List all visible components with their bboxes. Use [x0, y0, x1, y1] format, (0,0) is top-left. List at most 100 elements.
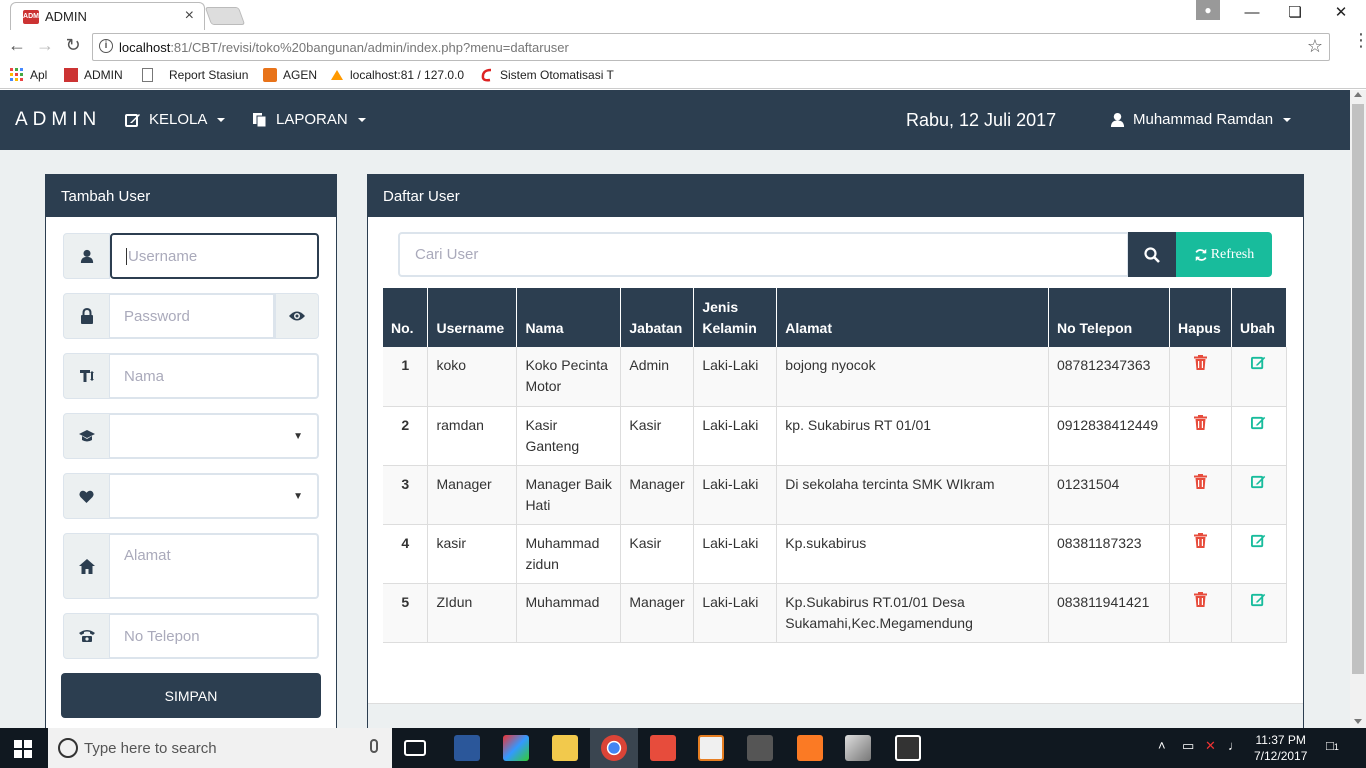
taskbar-search[interactable]: Type here to search	[48, 728, 392, 768]
microphone-icon[interactable]	[370, 739, 378, 753]
page-scrollbar[interactable]	[1350, 90, 1366, 728]
bookmark-apps[interactable]: Apl	[10, 68, 47, 82]
edit-icon	[125, 113, 140, 127]
jabatan-select[interactable]: ▼	[110, 413, 319, 459]
scrollbar-thumb[interactable]	[1352, 104, 1364, 674]
browser-tab[interactable]: ADM ADMIN ×	[10, 2, 205, 30]
new-tab-button[interactable]	[204, 7, 246, 25]
chrome-icon[interactable]	[601, 735, 627, 761]
nama-group: Nama	[63, 353, 319, 399]
files-icon	[253, 112, 267, 127]
search-user-input[interactable]: Cari User	[398, 232, 1129, 277]
paint-icon[interactable]	[845, 735, 871, 761]
cell-username: ZIdun	[427, 583, 518, 643]
nama-placeholder: Nama	[124, 367, 165, 385]
edit-icon[interactable]	[1251, 533, 1266, 548]
bookmark-star-icon[interactable]: ☆	[1307, 36, 1323, 57]
notification-count: 1	[1333, 742, 1339, 752]
notification-icon[interactable]: □1	[1326, 738, 1339, 753]
telepon-input[interactable]: No Telepon	[110, 613, 319, 659]
chevron-up-icon[interactable]: ˄	[1158, 738, 1166, 753]
maximize-button[interactable]: ❏	[1272, 0, 1318, 28]
brand-logo[interactable]: ADMIN	[15, 109, 101, 131]
cell-alamat: Kp.sukabirus	[776, 524, 1049, 584]
photos-icon[interactable]	[895, 735, 921, 761]
network-icon[interactable]: ✕	[1205, 738, 1216, 754]
edit-icon[interactable]	[1251, 355, 1266, 370]
bookmark-sistem-otomatisasi[interactable]: Sistem Otomatisasi T	[480, 68, 614, 82]
bookmark-localhost[interactable]: localhost:81 / 127.0.0	[330, 68, 464, 82]
volume-icon[interactable]: ♩	[1228, 738, 1241, 753]
reload-icon[interactable]: ↻	[62, 35, 84, 56]
col-ubah: Ubah	[1231, 288, 1288, 347]
dropdown-arrow-icon: ▼	[293, 490, 303, 502]
windows-start-icon[interactable]	[14, 740, 32, 761]
bookmark-agen[interactable]: AGEN	[263, 68, 317, 82]
trash-icon[interactable]	[1193, 532, 1207, 548]
file-explorer-icon[interactable]	[552, 735, 578, 761]
cell-ubah	[1231, 465, 1288, 525]
alamat-group: Alamat	[63, 533, 319, 599]
trash-icon[interactable]	[1193, 355, 1207, 370]
task-view-icon[interactable]	[404, 740, 426, 756]
cell-telepon: 08381187323	[1048, 524, 1170, 584]
back-icon[interactable]: ←	[6, 35, 28, 56]
browser-menu-icon[interactable]: ⋮	[1352, 31, 1366, 49]
profile-icon[interactable]: ●	[1196, 0, 1220, 20]
windows-taskbar: Type here to search ˄ ▭ ✕ ♩ 11:37 PM 7/1…	[0, 728, 1366, 768]
username-input[interactable]: Username	[110, 233, 319, 279]
apps-grid-icon	[10, 68, 23, 81]
user-menu[interactable]: Muhammad Ramdan	[1110, 111, 1292, 128]
refresh-button[interactable]: Refresh	[1176, 232, 1272, 277]
scroll-up-icon[interactable]	[1354, 92, 1362, 97]
minimize-button[interactable]: —	[1229, 0, 1275, 28]
jenis-kelamin-select[interactable]: ▼	[110, 473, 319, 519]
cell-nama: Manager Baik Hati	[516, 465, 622, 525]
nav-kelola[interactable]: KELOLA	[125, 111, 226, 128]
cortana-icon	[58, 738, 78, 758]
bookmark-report-stasiun[interactable]: Report Stasiun	[142, 68, 248, 82]
alamat-textarea[interactable]: Alamat	[110, 533, 319, 599]
sublime-text-icon[interactable]	[747, 735, 773, 761]
bookmark-label: ADMIN	[84, 68, 123, 82]
word-icon[interactable]	[454, 735, 480, 761]
close-window-button[interactable]: ✕	[1318, 0, 1364, 28]
app-icon[interactable]	[650, 735, 676, 761]
cell-no: 5	[383, 583, 429, 643]
edit-icon[interactable]	[1251, 592, 1266, 607]
nav-kelola-label: KELOLA	[149, 111, 208, 128]
nav-laporan-label: LAPORAN	[276, 111, 348, 128]
cell-ubah	[1231, 524, 1288, 584]
caret-down-icon	[217, 117, 226, 122]
trash-icon[interactable]	[1193, 591, 1207, 607]
table-row: 4 kasir Muhammad zidun Kasir Laki-Laki K…	[383, 524, 1288, 584]
password-input[interactable]: Password	[110, 293, 275, 339]
taskbar-clock[interactable]: 11:37 PM 7/12/2017	[1254, 732, 1307, 764]
trash-icon[interactable]	[1193, 473, 1207, 489]
xampp-icon[interactable]	[797, 735, 823, 761]
forward-icon[interactable]: →	[34, 35, 56, 56]
edit-icon[interactable]	[1251, 474, 1266, 489]
tab-close-icon[interactable]: ×	[185, 7, 194, 25]
simpan-button[interactable]: SIMPAN	[61, 673, 321, 718]
edit-icon[interactable]	[1251, 415, 1266, 430]
page-body: Tambah User Username Password Nama ▼ ▼ A…	[0, 150, 1350, 734]
jabatan-group: ▼	[63, 413, 319, 459]
col-no-telepon: No Telepon	[1048, 288, 1170, 347]
show-password-eye-icon[interactable]	[275, 293, 319, 339]
nama-input[interactable]: Nama	[110, 353, 319, 399]
cell-jenis-kelamin: Laki-Laki	[693, 524, 778, 584]
col-jabatan: Jabatan	[620, 288, 695, 347]
battery-icon[interactable]: ▭	[1182, 738, 1194, 754]
nav-laporan[interactable]: LAPORAN	[252, 111, 366, 128]
address-bar[interactable]: i localhost:81/CBT/revisi/toko%20banguna…	[92, 33, 1330, 61]
scroll-down-icon[interactable]	[1354, 719, 1362, 724]
app-icon[interactable]	[503, 735, 529, 761]
trash-icon[interactable]	[1193, 414, 1207, 430]
bookmark-admin[interactable]: ADMIN	[64, 68, 123, 82]
tab-title: ADMIN	[45, 9, 87, 24]
search-button[interactable]	[1128, 232, 1176, 277]
info-icon[interactable]: i	[99, 39, 113, 53]
media-player-icon[interactable]	[698, 735, 724, 761]
jenis-kelamin-group: ▼	[63, 473, 319, 519]
